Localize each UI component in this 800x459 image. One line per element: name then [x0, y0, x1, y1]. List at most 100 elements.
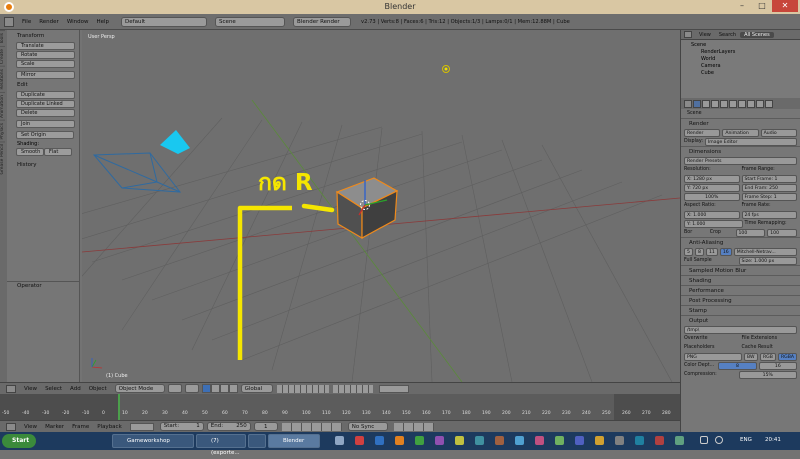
- aa-samples-5[interactable]: 5: [684, 247, 693, 256]
- color-bw-button[interactable]: BW: [743, 352, 758, 361]
- aa-samples-11[interactable]: 11: [706, 247, 718, 256]
- menu-render[interactable]: Render: [35, 19, 63, 25]
- transform-orientation-dropdown[interactable]: Global: [240, 384, 273, 393]
- transform-panel-header[interactable]: Transform: [7, 32, 79, 41]
- manipulator-toggle-icon[interactable]: [201, 384, 211, 393]
- 3d-viewport[interactable]: กด R User Persp (1) Cube: [82, 30, 680, 382]
- playback-controls[interactable]: [281, 422, 342, 431]
- resolution-y-field[interactable]: Y: 720 px: [684, 183, 740, 192]
- taskbar-pinned-icon-18[interactable]: [675, 436, 684, 445]
- outliner-item-world[interactable]: World: [681, 55, 800, 62]
- overwrite-checkbox[interactable]: Overwrite: [684, 336, 740, 341]
- menu-help[interactable]: Help: [93, 19, 114, 25]
- remap-old-field[interactable]: 100: [735, 228, 766, 237]
- tab-animation[interactable]: Animation: [0, 91, 5, 120]
- menu-window[interactable]: Window: [63, 19, 93, 25]
- taskbar-app-gameworkshop[interactable]: Gameworkshop: [112, 434, 194, 448]
- color-rgba-button[interactable]: RGBA: [777, 352, 797, 361]
- tab-grease-pencil[interactable]: Grease Pencil: [0, 141, 5, 177]
- taskbar-app-browser[interactable]: (7) (exporte...: [196, 434, 246, 456]
- tab-tools[interactable]: Tools: [0, 30, 5, 47]
- input-language[interactable]: ENG: [740, 437, 752, 443]
- layer-buttons-2[interactable]: [332, 384, 373, 393]
- smooth-button[interactable]: Smooth: [16, 148, 44, 156]
- menu-add[interactable]: Add: [66, 386, 85, 392]
- performance-panel-header[interactable]: Performance: [681, 285, 800, 295]
- system-clock[interactable]: 20:41: [765, 437, 781, 443]
- output-panel-header[interactable]: Output: [681, 315, 800, 325]
- scene-tab-icon[interactable]: [711, 99, 719, 108]
- start-button[interactable]: Start: [2, 434, 36, 448]
- render-presets-dropdown[interactable]: Render Presets: [684, 156, 797, 165]
- taskbar-pinned-icon-5[interactable]: [415, 436, 424, 445]
- motion-blur-panel-header[interactable]: Sampled Motion Blur: [681, 265, 800, 275]
- output-path-field[interactable]: /tmp\: [684, 325, 797, 334]
- aa-filter-dropdown[interactable]: Mitchell-Netrav...: [733, 247, 797, 256]
- end-frame-field[interactable]: End: 250: [206, 422, 251, 431]
- start-frame-field[interactable]: Start: 1: [159, 422, 204, 431]
- cache-result-checkbox[interactable]: Cache Result: [742, 345, 798, 350]
- duplicate-linked-button[interactable]: Duplicate Linked: [16, 100, 75, 108]
- layout-selector[interactable]: Default: [121, 16, 208, 27]
- taskbar-pinned-icon-11[interactable]: [535, 436, 544, 445]
- flat-button[interactable]: Flat: [44, 148, 72, 156]
- tl-menu-playback[interactable]: Playback: [93, 424, 126, 430]
- taskbar-pinned-icon-2[interactable]: [355, 436, 364, 445]
- viewport-shading-icon[interactable]: [167, 384, 182, 393]
- color-depth-8-button[interactable]: 8: [718, 361, 757, 370]
- taskbar-pinned-icon-15[interactable]: [615, 436, 624, 445]
- stamp-panel-header[interactable]: Stamp: [681, 305, 800, 315]
- view3d-editor-icon[interactable]: [6, 384, 16, 393]
- tl-menu-marker[interactable]: Marker: [41, 424, 68, 430]
- pivot-point-icon[interactable]: [184, 384, 199, 393]
- frame-step-field[interactable]: Frame Step: 1: [741, 192, 797, 201]
- layer-buttons[interactable]: [276, 384, 329, 393]
- taskbar-pinned-icon-7[interactable]: [455, 436, 464, 445]
- aspect-x-field[interactable]: X: 1.000: [684, 210, 740, 219]
- taskbar-app-unnamed[interactable]: [248, 434, 266, 448]
- cube-object[interactable]: [335, 177, 399, 240]
- constraints-tab-icon[interactable]: [738, 99, 746, 108]
- render-engine-selector[interactable]: Blender Render: [293, 16, 352, 27]
- taskbar-pinned-icon-1[interactable]: [335, 436, 344, 445]
- snap-icon[interactable]: [378, 384, 409, 393]
- file-extensions-checkbox[interactable]: File Extensions: [742, 336, 798, 341]
- anti-aliasing-panel-header[interactable]: Anti-Aliasing: [681, 237, 800, 247]
- resolution-x-field[interactable]: X: 1280 px: [684, 174, 740, 183]
- tl-menu-frame[interactable]: Frame: [68, 424, 93, 430]
- color-depth-16-button[interactable]: 16: [758, 361, 797, 370]
- full-sample-checkbox[interactable]: Full Sample: [684, 258, 737, 263]
- placeholders-checkbox[interactable]: Placeholders: [684, 345, 740, 350]
- set-origin-dropdown[interactable]: Set Origin: [16, 131, 74, 139]
- join-button[interactable]: Join: [16, 120, 75, 128]
- taskbar-pinned-icon-12[interactable]: [555, 436, 564, 445]
- render-button[interactable]: Render: [684, 128, 721, 137]
- taskbar-pinned-icon-6[interactable]: [435, 436, 444, 445]
- render-layers-tab-icon[interactable]: [702, 99, 710, 108]
- translate-manipulator-icon[interactable]: [210, 384, 220, 393]
- edit-panel-header[interactable]: Edit: [7, 81, 79, 90]
- menu-view[interactable]: View: [20, 386, 41, 392]
- outliner-item-cube[interactable]: Cube: [681, 69, 800, 76]
- post-processing-panel-header[interactable]: Post Processing: [681, 295, 800, 305]
- render-audio-button[interactable]: Audio: [760, 128, 797, 137]
- outliner-item-scene[interactable]: Scene: [681, 40, 800, 48]
- remap-new-field[interactable]: 100: [767, 228, 797, 237]
- dimensions-panel-header[interactable]: Dimensions: [681, 146, 800, 156]
- taskbar-pinned-icon-8[interactable]: [475, 436, 484, 445]
- taskbar-pinned-icon-4[interactable]: [395, 436, 404, 445]
- taskbar-pinned-icon-16[interactable]: [635, 436, 644, 445]
- taskbar-pinned-icon-17[interactable]: [655, 436, 664, 445]
- operator-panel-header[interactable]: Operator: [7, 281, 79, 290]
- keying-set-buttons[interactable]: [393, 422, 434, 431]
- display-dropdown[interactable]: Image Editor: [704, 137, 797, 146]
- current-frame-field[interactable]: 1: [253, 422, 278, 431]
- frame-rate-dropdown[interactable]: 24 fps: [741, 210, 797, 219]
- tab-relations[interactable]: Relations: [0, 66, 5, 92]
- modifiers-tab-icon[interactable]: [747, 99, 755, 108]
- outliner-editor-icon[interactable]: [684, 31, 692, 38]
- translate-button[interactable]: Translate: [16, 42, 75, 50]
- outliner-menu-search[interactable]: Search: [715, 32, 740, 38]
- texture-tab-icon[interactable]: [765, 99, 773, 108]
- sync-dropdown[interactable]: No Sync: [347, 422, 388, 431]
